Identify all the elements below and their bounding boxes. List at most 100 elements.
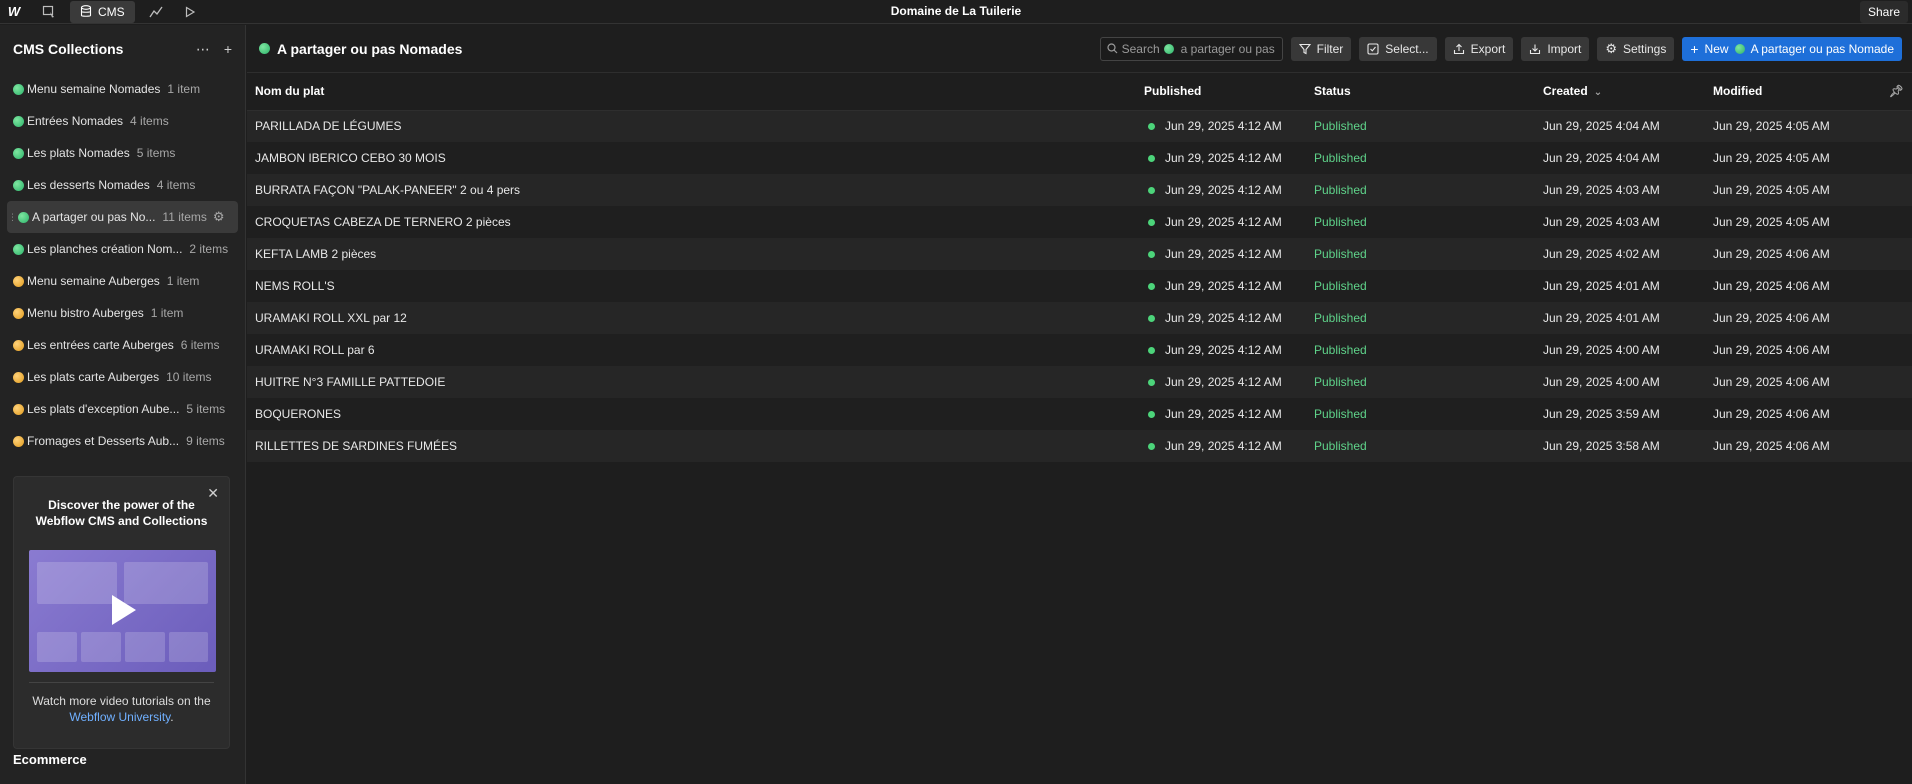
cell-modified: Jun 29, 2025 4:05 AM: [1705, 174, 1912, 206]
cms-sidebar: CMS Collections ⋯ + Menu semaine Nomades…: [0, 25, 246, 784]
tutorial-video-thumbnail[interactable]: [29, 550, 216, 672]
collection-item-plats-exception-auberges[interactable]: Les plats d'exception Aube... 5 items: [7, 393, 238, 425]
column-header-published[interactable]: Published: [1136, 73, 1306, 111]
cell-name: KEFTA LAMB 2 pièces: [247, 238, 1136, 270]
collection-item-menu-semaine-nomades[interactable]: Menu semaine Nomades 1 item: [7, 73, 238, 105]
column-header-status[interactable]: Status: [1306, 73, 1535, 111]
filter-label: Filter: [1316, 41, 1344, 56]
published-status-dot-icon: [1148, 282, 1155, 290]
table-row[interactable]: BOQUERONES Jun 29, 2025 4:12 AM Published J…: [247, 398, 1912, 430]
cell-published: Jun 29, 2025 4:12 AM: [1136, 206, 1306, 238]
video-preview-panel: [37, 562, 117, 604]
cell-published: Jun 29, 2025 4:12 AM: [1136, 142, 1306, 174]
cell-status: Published: [1306, 206, 1535, 238]
drag-handle-icon[interactable]: ⋮: [8, 212, 17, 223]
collection-item-a-partager-nomades[interactable]: ⋮ A partager ou pas No... 11 items ⚙: [7, 201, 238, 233]
cell-name: JAMBON IBERICO CEBO 30 MOIS: [247, 142, 1136, 174]
collection-count: 1 item: [150, 306, 184, 320]
search-input[interactable]: Search a partager ou pas: [1099, 36, 1283, 61]
new-target: A partager ou pas Nomade: [1750, 41, 1894, 56]
collection-item-entrees-nomades[interactable]: Entrées Nomades 4 items: [7, 105, 238, 137]
table-header-row: Nom du plat Published Status Created ⌄ Mo…: [247, 73, 1912, 111]
collection-item-plats-carte-auberges[interactable]: Les plats carte Auberges 10 items: [7, 361, 238, 393]
cell-created: Jun 29, 2025 4:02 AM: [1535, 238, 1705, 270]
collection-settings-gear-icon[interactable]: ⚙: [213, 209, 225, 225]
preview-play-icon[interactable]: [177, 1, 203, 23]
cell-created: Jun 29, 2025 4:01 AM: [1535, 270, 1705, 302]
promo-text-body: Watch more video tutorials on the: [32, 694, 211, 708]
cell-status: Published: [1306, 430, 1535, 462]
collection-item-menu-semaine-auberges[interactable]: Menu semaine Auberges 1 item: [7, 265, 238, 297]
table-row[interactable]: URAMAKI ROLL XXL par 12 Jun 29, 2025 4:12…: [247, 302, 1912, 334]
published-date: Jun 29, 2025 4:12 AM: [1165, 407, 1282, 421]
cms-tab[interactable]: CMS: [70, 0, 135, 23]
new-item-button[interactable]: + New A partager ou pas Nomade: [1682, 36, 1902, 61]
cell-modified: Jun 29, 2025 4:06 AM: [1705, 430, 1912, 462]
table-row[interactable]: RILLETTES DE SARDINES FUMÉES Jun 29, 2025…: [247, 430, 1912, 462]
column-header-modified[interactable]: Modified 📌︎: [1705, 73, 1912, 111]
new-label: New: [1704, 41, 1729, 56]
share-button[interactable]: Share: [1859, 1, 1908, 23]
published-date: Jun 29, 2025 4:12 AM: [1165, 311, 1282, 325]
select-button[interactable]: Select...: [1359, 36, 1437, 61]
table-row[interactable]: NEMS ROLL'S Jun 29, 2025 4:12 AM Published…: [247, 270, 1912, 302]
collection-dot-icon: [13, 275, 24, 287]
published-status-dot-icon: [1148, 186, 1155, 194]
analytics-icon[interactable]: [143, 1, 169, 23]
column-header-created[interactable]: Created ⌄: [1535, 73, 1705, 111]
chevron-down-icon[interactable]: ⌄: [1594, 87, 1602, 98]
cell-published: Jun 29, 2025 4:12 AM: [1136, 398, 1306, 430]
table-row[interactable]: CROQUETAS CABEZA DE TERNERO 2 pièces Jun …: [247, 206, 1912, 238]
add-collection-icon[interactable]: +: [224, 41, 232, 57]
video-preview-panel: [169, 632, 208, 662]
cell-created: Jun 29, 2025 4:04 AM: [1535, 110, 1705, 142]
collection-item-fromages-desserts-auberges[interactable]: Fromages et Desserts Aub... 9 items: [7, 425, 238, 457]
column-header-created-label: Created: [1543, 84, 1588, 99]
collection-item-desserts-nomades[interactable]: Les desserts Nomades 4 items: [7, 169, 238, 201]
webflow-university-link[interactable]: Webflow University: [69, 710, 170, 724]
cell-name: RILLETTES DE SARDINES FUMÉES: [247, 430, 1136, 462]
collection-name: Entrées Nomades: [27, 114, 124, 128]
collection-dot-icon: [13, 243, 24, 255]
play-icon[interactable]: [112, 595, 136, 625]
cell-created: Jun 29, 2025 4:00 AM: [1535, 334, 1705, 366]
collection-count: 4 items: [130, 114, 169, 128]
cell-name: HUITRE N°3 FAMILLE PATTEDOIE: [247, 366, 1136, 398]
cell-status: Published: [1306, 398, 1535, 430]
published-date: Jun 29, 2025 4:12 AM: [1165, 439, 1282, 453]
collection-list: Menu semaine Nomades 1 item Entrées Nomad…: [0, 73, 245, 457]
top-bar: W CMS Domaine de La Tuilerie Share: [0, 0, 1912, 24]
collection-dot-icon: [13, 371, 24, 383]
collection-item-planches-nomades[interactable]: Les planches création Nom... 2 items: [7, 233, 238, 265]
table-row[interactable]: JAMBON IBERICO CEBO 30 MOIS Jun 29, 2025 …: [247, 142, 1912, 174]
table-row[interactable]: KEFTA LAMB 2 pièces Jun 29, 2025 4:12 AM P…: [247, 238, 1912, 270]
promo-text-end: .: [170, 710, 174, 724]
cell-published: Jun 29, 2025 4:12 AM: [1136, 430, 1306, 462]
collection-item-entrees-carte-auberges[interactable]: Les entrées carte Auberges 6 items: [7, 329, 238, 361]
export-button[interactable]: Export: [1444, 36, 1514, 61]
collection-dot-icon: [13, 147, 24, 159]
pin-icon[interactable]: 📌︎: [1889, 84, 1904, 98]
table-row[interactable]: PARILLADA DE LÉGUMES Jun 29, 2025 4:12 AM…: [247, 110, 1912, 142]
import-button[interactable]: Import: [1521, 36, 1590, 61]
promo-text: Watch more video tutorials on the Webflo…: [24, 693, 219, 725]
cell-name: URAMAKI ROLL par 6: [247, 334, 1136, 366]
cell-status: Published: [1306, 366, 1535, 398]
table-row[interactable]: BURRATA FAÇON "PALAK-PANEER" 2 ou 4 pers…: [247, 174, 1912, 206]
settings-button[interactable]: ⚙ Settings: [1597, 36, 1675, 61]
cell-modified: Jun 29, 2025 4:06 AM: [1705, 302, 1912, 334]
pointer-select-icon[interactable]: [36, 1, 62, 23]
collection-name: Les plats d'exception Aube...: [27, 402, 180, 416]
collection-item-plats-nomades[interactable]: Les plats Nomades 5 items: [7, 137, 238, 169]
table-row[interactable]: URAMAKI ROLL par 6 Jun 29, 2025 4:12 AM Pu…: [247, 334, 1912, 366]
close-icon[interactable]: ✕: [207, 485, 219, 502]
filter-button[interactable]: Filter: [1290, 36, 1352, 61]
more-options-icon[interactable]: ⋯: [196, 41, 210, 58]
webflow-logo-icon[interactable]: W: [0, 0, 28, 24]
table-row[interactable]: HUITRE N°3 FAMILLE PATTEDOIE Jun 29, 2025…: [247, 366, 1912, 398]
collection-count: 1 item: [167, 82, 201, 96]
collection-main: A partager ou pas Nomades Search a parta…: [247, 25, 1912, 784]
collection-item-menu-bistro-auberges[interactable]: Menu bistro Auberges 1 item: [7, 297, 238, 329]
column-header-name[interactable]: Nom du plat: [247, 73, 1136, 111]
ecommerce-section-title[interactable]: Ecommerce: [13, 752, 87, 767]
